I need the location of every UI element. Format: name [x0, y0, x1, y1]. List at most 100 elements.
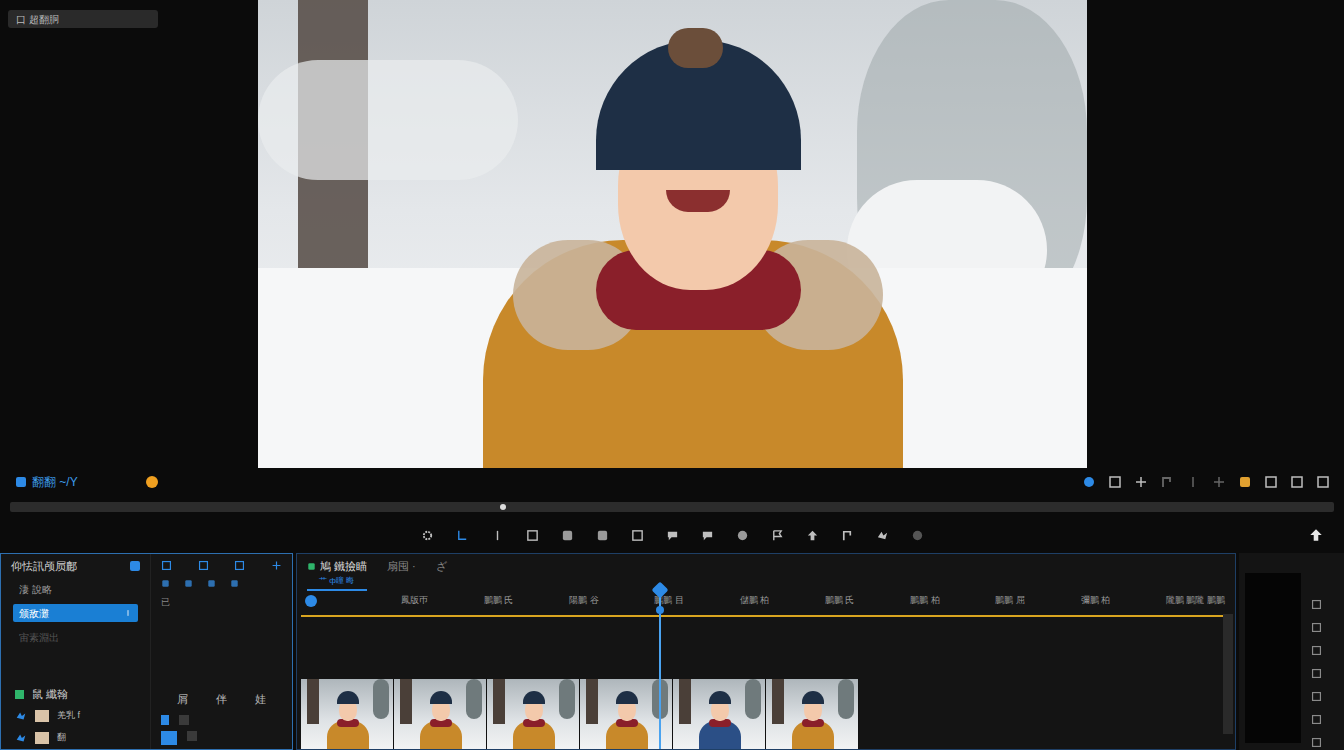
toggle-icon[interactable]	[15, 732, 27, 744]
media-panel: 仰怯訊颅屃鄜 淒 說略颁敌灘宙素淵出 鼠 纖翰 羌乳 f 翻 已 屑 伴 娃	[0, 553, 293, 750]
copy-icon[interactable]	[161, 579, 170, 588]
voice-icon[interactable]	[806, 529, 819, 542]
marker-icon[interactable]	[631, 529, 644, 542]
more-icon[interactable]	[911, 529, 924, 542]
gear-icon[interactable]	[421, 529, 434, 542]
timeline-tab[interactable]: ざ	[436, 558, 447, 579]
ruler-label: 陽鵬 谷	[569, 594, 599, 608]
ruler-label: 鵬鵬 氏	[825, 594, 855, 608]
clip-thumbnail[interactable]	[766, 679, 859, 749]
fill-icon[interactable]	[184, 579, 193, 588]
zoom-icon[interactable]	[305, 595, 317, 607]
media-item[interactable]: 颁敌灘	[13, 604, 138, 622]
monitor-icon[interactable]	[14, 475, 28, 489]
tab-subtitle: 艹 ф瞳 晦	[307, 575, 367, 587]
track-thumb	[35, 732, 49, 744]
bird-icon[interactable]	[876, 529, 889, 542]
panel-icon[interactable]	[1311, 714, 1322, 725]
record-dot-icon[interactable]	[146, 476, 158, 488]
track-row[interactable]: 翻	[15, 729, 136, 747]
export-icon[interactable]	[1264, 475, 1278, 489]
cut-icon[interactable]	[491, 529, 504, 542]
ruler-label: 隴鵬 鵬隴 鵬鵬	[1166, 594, 1225, 608]
ruler-label: 鵬鵬 柏	[910, 594, 940, 608]
ruler-label: 鵬鵬 屈	[995, 594, 1025, 608]
side-mark: 已	[161, 597, 170, 607]
timeline-panel: 鳩 鐵撿瞄艹 ф瞳 晦 扇囤 · ざ 鳳版帀 鵬鵬 氏 陽鵬 谷 鵬鵬 目 儲鵬 柏 鵬鵬 氏…	[296, 553, 1236, 750]
timeline-tab[interactable]: 扇囤 ·	[387, 558, 416, 579]
layer-icon[interactable]	[596, 529, 609, 542]
add-icon[interactable]	[198, 560, 209, 571]
list-icon[interactable]	[1311, 668, 1322, 679]
playhead-handle[interactable]	[651, 582, 668, 599]
panel-icon[interactable]	[130, 561, 140, 571]
timeline-tab[interactable]: 鳩 鐵撿瞄艹 ф瞳 晦	[307, 558, 367, 591]
scrub-bar[interactable]	[10, 502, 1334, 512]
media-item-label[interactable]: 淒 說略	[19, 582, 52, 597]
column-header: 屑	[177, 691, 188, 708]
chevron-icon[interactable]	[124, 609, 132, 617]
folder-icon[interactable]	[1238, 475, 1252, 489]
tab-label[interactable]: ざ	[436, 558, 447, 575]
magnet-icon[interactable]	[1160, 475, 1174, 489]
media-item-label[interactable]: 宙素淵出	[19, 630, 59, 645]
track-thumb	[35, 710, 49, 722]
ruler-label: 鵬鵬 目	[654, 594, 684, 608]
plus-icon[interactable]	[271, 560, 282, 571]
track-label: 翻	[57, 731, 66, 745]
work-area-bar[interactable]	[301, 615, 1231, 617]
share-icon[interactable]	[1311, 645, 1322, 656]
column-header: 伴	[216, 691, 227, 708]
clip-thumbnail[interactable]	[673, 679, 766, 749]
track-label: 羌乳 f	[57, 709, 80, 723]
text-icon[interactable]	[526, 529, 539, 542]
split-icon[interactable]	[234, 560, 245, 571]
sequence-icon[interactable]	[307, 562, 316, 571]
camera-icon[interactable]	[1311, 599, 1322, 610]
tab-label[interactable]: 鳩 鐵撿瞄	[320, 558, 367, 575]
ruler-label: 鵬鵬 氏	[484, 594, 514, 608]
preview-label[interactable]: 翻翻 ~/Y	[32, 473, 78, 491]
crop-icon[interactable]	[1108, 475, 1122, 489]
tab-label[interactable]: 扇囤 ·	[387, 558, 416, 575]
preview-image	[258, 0, 1087, 468]
ruler-label: 儲鵬 柏	[740, 594, 770, 608]
grid-icon[interactable]	[161, 560, 172, 571]
search-icon[interactable]	[736, 529, 749, 542]
sliders-icon[interactable]	[1311, 691, 1322, 702]
upload-icon[interactable]	[1308, 527, 1324, 543]
full-icon[interactable]	[1316, 475, 1330, 489]
ruler-label: 鳳版帀	[401, 594, 428, 608]
column-header: 娃	[255, 691, 266, 708]
clip-thumbnail[interactable]	[580, 679, 673, 749]
media-item-label[interactable]: 颁敌灘	[19, 606, 49, 621]
crop-icon[interactable]	[841, 529, 854, 542]
flag-icon[interactable]	[771, 529, 784, 542]
link-icon[interactable]	[1212, 475, 1226, 489]
fit-icon[interactable]	[1082, 475, 1096, 489]
track-icon	[15, 690, 24, 699]
slash-icon[interactable]	[1186, 475, 1200, 489]
caption-icon[interactable]	[666, 529, 679, 542]
media-item[interactable]: 宙素淵出	[13, 628, 138, 646]
media-item[interactable]: 淒 說略	[13, 580, 138, 598]
panel-title: 仰怯訊颅屃鄜	[11, 560, 77, 572]
slash-icon[interactable]	[207, 579, 216, 588]
image-icon[interactable]	[561, 529, 574, 542]
select-icon[interactable]	[456, 529, 469, 542]
comment-icon[interactable]	[701, 529, 714, 542]
ruler-label: 彌鵬 柏	[1081, 594, 1111, 608]
project-badge[interactable]: 口 超翻胴	[8, 10, 158, 28]
toggle-icon[interactable]	[15, 710, 27, 722]
layout-icon[interactable]	[1290, 475, 1304, 489]
paste-icon[interactable]	[230, 579, 239, 588]
window-icon[interactable]	[1311, 737, 1322, 748]
grid-icon[interactable]	[1134, 475, 1148, 489]
clip-thumbnail[interactable]	[394, 679, 487, 749]
badge-label: 口 超翻胴	[16, 12, 59, 27]
clip-thumbnail[interactable]	[301, 679, 394, 749]
clip-thumbnail[interactable]	[487, 679, 580, 749]
tracks-title: 鼠 纖翰	[32, 688, 68, 700]
fx-icon[interactable]	[1311, 622, 1322, 633]
track-row[interactable]: 羌乳 f	[15, 707, 136, 725]
